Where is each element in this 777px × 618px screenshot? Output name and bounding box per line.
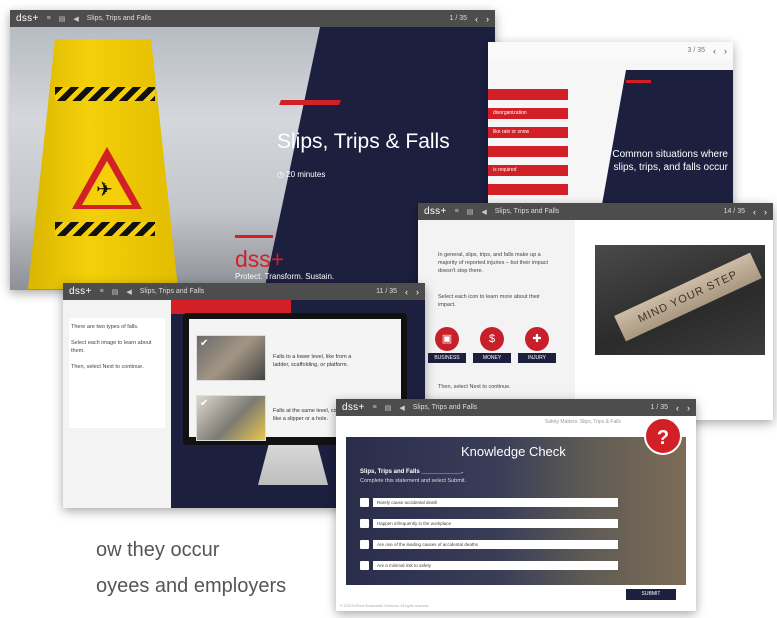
question-subtitle: Complete this statement and select Submi…: [360, 478, 467, 484]
duration: 20 minutes: [286, 170, 326, 179]
prev-arrow-icon[interactable]: ‹: [713, 46, 716, 56]
checkmark-icon: ✔: [200, 338, 209, 349]
page-counter: 3 / 35: [687, 47, 705, 54]
course-title: Slips, Trips and Falls: [412, 404, 478, 411]
logo: dss+: [69, 286, 92, 297]
question-title: Slips, Trips and Falls ____________.: [360, 469, 464, 475]
next-instruction: Then, select Next to continue.: [438, 384, 511, 390]
course-title: Slips, Trips and Falls: [86, 15, 152, 22]
answer-option[interactable]: Are a minimal risk to safety: [360, 561, 618, 570]
player-toolbar: dss+ ≡ ▤ ◀ Slips, Trips and Falls 11 / 3…: [63, 283, 425, 300]
fall-same-level-image[interactable]: ✔: [196, 395, 266, 441]
logo: dss+: [16, 13, 39, 24]
prev-arrow-icon[interactable]: ‹: [753, 207, 756, 217]
instruction-text: Select each icon to learn more about the…: [438, 294, 540, 308]
answer-option[interactable]: Happen infrequently in the workplace: [360, 519, 618, 528]
intro-text: There are two types of falls.: [71, 324, 139, 330]
course-title: Slips, Trips and Falls: [494, 208, 560, 215]
player-toolbar: dss+ ≡ ▤ ◀ Slips, Trips and Falls 14 / 3…: [418, 203, 773, 220]
answer-option[interactable]: Are one of the leading causes of acciden…: [360, 540, 618, 549]
accent-line: [626, 80, 651, 83]
slide-knowledge-check[interactable]: dss+ ≡ ▤ ◀ Slips, Trips and Falls 1 / 35…: [336, 399, 696, 611]
situation-item[interactable]: [488, 146, 568, 157]
radio-button[interactable]: [360, 498, 369, 507]
radio-button[interactable]: [360, 540, 369, 549]
document-icon[interactable]: ▤: [112, 288, 119, 296]
radio-button[interactable]: [360, 519, 369, 528]
injury-icon[interactable]: ✚: [525, 327, 549, 351]
course-title: Slips, Trips and Falls: [139, 288, 205, 295]
hazard-stripe: [55, 87, 155, 101]
player-toolbar: dss+ ≡ ▤ ◀ Slips, Trips and Falls 1 / 35…: [10, 10, 495, 27]
logo: dss+: [424, 206, 447, 217]
knowledge-check-heading: Knowledge Check: [461, 444, 566, 459]
slide-title-heading: Slips, Trips & Falls: [277, 130, 450, 153]
tagline: Protect. Transform. Sustain.: [235, 272, 335, 281]
money-bag-icon[interactable]: $: [480, 327, 504, 351]
page-counter: 1 / 35: [449, 15, 467, 22]
background-text-line1: ow they occur: [96, 539, 220, 561]
next-arrow-icon[interactable]: ›: [764, 207, 767, 217]
content-panel: [63, 300, 171, 508]
submit-button[interactable]: SUBMIT: [626, 589, 676, 600]
page-counter: 1 / 35: [650, 404, 668, 411]
document-icon[interactable]: ▤: [385, 404, 392, 412]
icon-label-injury[interactable]: INJURY: [518, 353, 556, 363]
situation-item[interactable]: like rain or snow: [488, 127, 568, 138]
accent-bar: [171, 300, 291, 314]
prev-arrow-icon[interactable]: ‹: [475, 14, 478, 24]
audio-icon[interactable]: ◀: [73, 15, 78, 23]
menu-icon[interactable]: ≡: [373, 404, 377, 411]
next-arrow-icon[interactable]: ›: [687, 403, 690, 413]
situation-item[interactable]: [488, 184, 568, 195]
slide-heading: Common situations where slips, trips, an…: [612, 149, 728, 173]
slide-impact[interactable]: dss+ ≡ ▤ ◀ Slips, Trips and Falls 14 / 3…: [418, 203, 773, 420]
monitor-stand: [258, 445, 328, 485]
next-instruction: Then, select Next to continue.: [71, 364, 144, 370]
icon-label-money[interactable]: MONEY: [473, 353, 511, 363]
page-counter: 11 / 35: [376, 288, 397, 295]
fall-lower-level-caption: Falls to a lower level, like from a ladd…: [273, 354, 352, 368]
accent-bar: [279, 100, 341, 105]
player-toolbar: 3 / 35 ‹ ›: [488, 42, 733, 59]
intro-text: In general, slips, trips, and falls make…: [438, 252, 549, 274]
brand-logo: dss+: [235, 246, 285, 272]
slipping-person-icon: ✈: [96, 179, 113, 201]
background-text-line2: oyees and employers: [96, 575, 287, 597]
radio-button[interactable]: [360, 561, 369, 570]
menu-icon[interactable]: ≡: [100, 288, 104, 295]
question-mark-icon: ?: [644, 417, 682, 455]
audio-icon[interactable]: ◀: [126, 288, 131, 296]
slide-common-situations[interactable]: 3 / 35 ‹ › disorganization like rain or …: [488, 42, 733, 227]
page-counter: 14 / 35: [723, 208, 745, 215]
document-icon[interactable]: ▤: [467, 208, 474, 216]
clock-icon: ◷: [277, 170, 284, 179]
fall-lower-level-image[interactable]: ✔: [196, 335, 266, 381]
situation-item[interactable]: disorganization: [488, 108, 568, 119]
briefcase-icon[interactable]: ▣: [435, 327, 459, 351]
footer-copyright: © 2023 DuPont Sustainable Solutions. All…: [340, 604, 430, 608]
document-icon[interactable]: ▤: [59, 15, 66, 23]
menu-icon[interactable]: ≡: [455, 208, 459, 215]
breadcrumb: Safety Matters: Slips, Trips & Falls: [544, 419, 621, 425]
situation-item[interactable]: is required: [488, 165, 568, 176]
instruction-text: Select each image to learn about them.: [71, 340, 152, 354]
player-toolbar: dss+ ≡ ▤ ◀ Slips, Trips and Falls 1 / 35…: [336, 399, 696, 416]
menu-icon[interactable]: ≡: [47, 15, 51, 22]
audio-icon[interactable]: ◀: [399, 404, 404, 412]
icon-label-business[interactable]: BUSINESS: [428, 353, 466, 363]
prev-arrow-icon[interactable]: ‹: [405, 287, 408, 297]
logo: dss+: [342, 402, 365, 413]
answer-option[interactable]: Rarely cause accidental death: [360, 498, 618, 507]
prev-arrow-icon[interactable]: ‹: [676, 403, 679, 413]
accent-line: [235, 235, 273, 238]
next-arrow-icon[interactable]: ›: [724, 46, 727, 56]
situation-item[interactable]: [488, 89, 568, 100]
hazard-stripe: [55, 222, 155, 236]
next-arrow-icon[interactable]: ›: [416, 287, 419, 297]
audio-icon[interactable]: ◀: [481, 208, 486, 216]
next-arrow-icon[interactable]: ›: [486, 14, 489, 24]
checkmark-icon: ✔: [200, 398, 209, 409]
